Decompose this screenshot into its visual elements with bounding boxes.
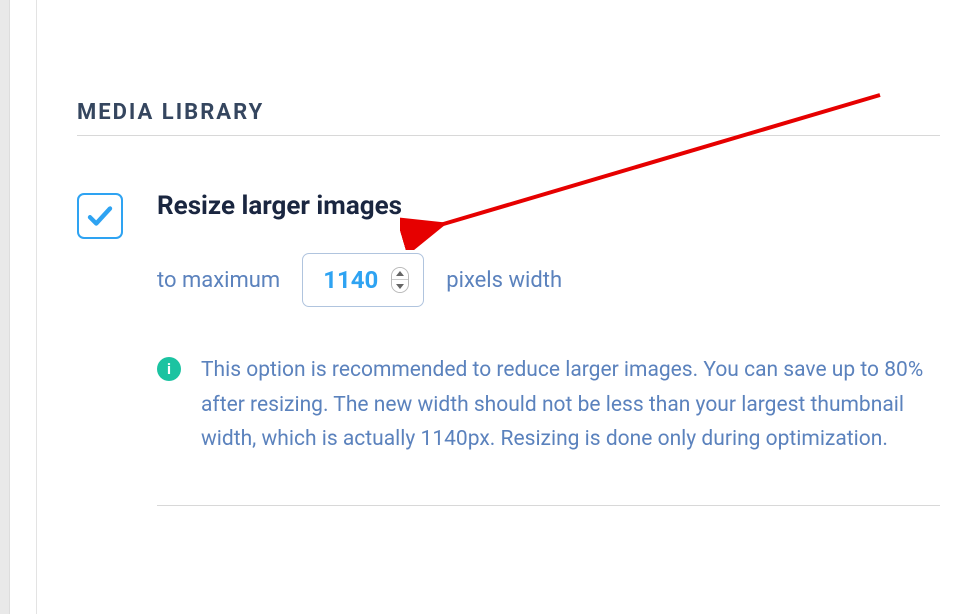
- check-icon: [85, 201, 115, 231]
- info-text: This option is recommended to reduce lar…: [201, 353, 940, 457]
- width-input-row: to maximum 1140 pixels width: [157, 253, 940, 307]
- resize-option-label: Resize larger images: [157, 191, 940, 221]
- stepper-down-button[interactable]: [392, 280, 408, 292]
- width-prefix-label: to maximum: [157, 268, 280, 293]
- width-suffix-label: pixels width: [446, 268, 562, 293]
- info-icon: i: [157, 357, 181, 381]
- width-input[interactable]: 1140: [323, 266, 379, 294]
- stepper-up-button[interactable]: [392, 268, 408, 280]
- width-input-wrap: 1140: [302, 253, 424, 307]
- width-stepper: [391, 267, 409, 293]
- section-title: MEDIA LIBRARY: [77, 100, 940, 136]
- resize-option-row: Resize larger images to maximum 1140: [77, 191, 940, 506]
- chevron-up-icon: [396, 271, 404, 276]
- resize-checkbox[interactable]: [77, 193, 123, 239]
- left-sidebar-rail: [0, 0, 10, 614]
- settings-panel: MEDIA LIBRARY Resize larger images to ma…: [36, 0, 980, 614]
- chevron-down-icon: [396, 284, 404, 289]
- info-row: i This option is recommended to reduce l…: [157, 353, 940, 506]
